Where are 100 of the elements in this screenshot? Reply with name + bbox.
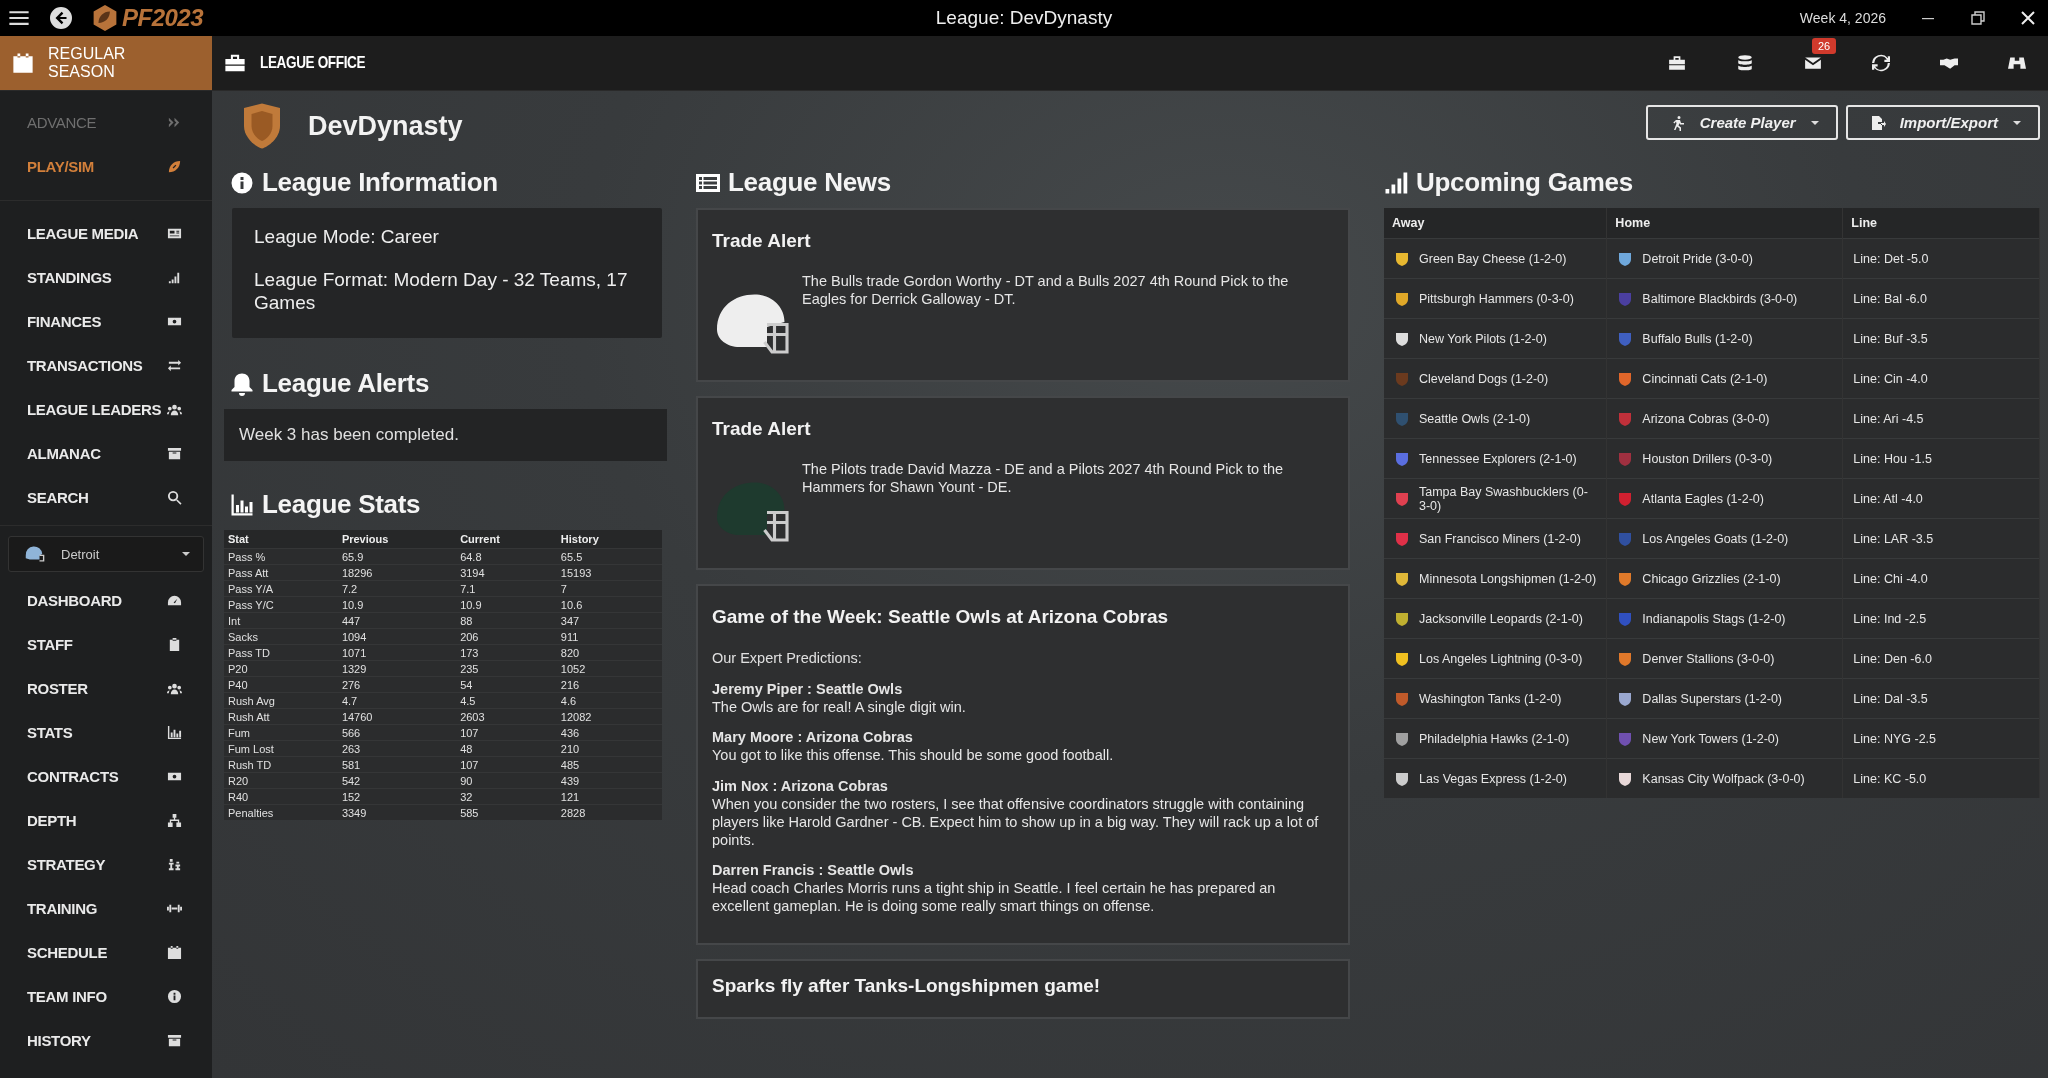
app-logo: PF2023 bbox=[122, 4, 204, 32]
betting-line: Line: NYG -2.5 bbox=[1853, 731, 1936, 746]
table-cell: 88 bbox=[456, 612, 557, 629]
sidebar-item[interactable]: ALMANAC bbox=[0, 431, 212, 475]
refresh-icon[interactable] bbox=[1872, 54, 1890, 72]
away-team: Tennessee Explorers (2-1-0) bbox=[1419, 451, 1577, 466]
betting-line: Line: Ind -2.5 bbox=[1853, 611, 1927, 626]
search-icon bbox=[167, 489, 182, 505]
away-team: Jacksonville Leopards (2-1-0) bbox=[1419, 611, 1583, 626]
close-icon[interactable] bbox=[2020, 10, 2036, 26]
table-cell: 12082 bbox=[556, 708, 662, 725]
dropdown-button[interactable]: Create Player bbox=[1645, 105, 1838, 140]
football-logo-icon bbox=[92, 5, 118, 31]
sidebar-item[interactable]: DASHBOARD bbox=[0, 578, 212, 622]
table-cell: P40 bbox=[224, 676, 338, 693]
binoculars-icon[interactable] bbox=[2008, 54, 2026, 72]
column-header: Stat bbox=[224, 530, 338, 549]
column-header: History bbox=[556, 530, 662, 549]
back-icon[interactable] bbox=[50, 7, 72, 29]
away-team: Washington Tanks (1-2-0) bbox=[1419, 691, 1562, 706]
sidebar-item[interactable]: SCHEDULE bbox=[0, 930, 212, 974]
database-icon[interactable] bbox=[1736, 54, 1754, 72]
team-logo-icon bbox=[1617, 330, 1634, 347]
table-cell: 235 bbox=[456, 660, 557, 677]
bar-chart-icon bbox=[230, 492, 254, 517]
column-header: Current bbox=[456, 530, 557, 549]
restore-icon[interactable] bbox=[1970, 10, 1986, 26]
nav-tab[interactable]: LEAGUE OFFICE bbox=[212, 36, 408, 90]
caret-icon bbox=[181, 549, 191, 559]
home-team: Baltimore Blackbirds (3-0-0) bbox=[1642, 291, 1798, 306]
mail-icon[interactable] bbox=[1804, 54, 1822, 72]
table-cell: 276 bbox=[337, 676, 457, 693]
sidebar-item[interactable]: STRATEGY bbox=[0, 842, 212, 886]
sidebar-item[interactable]: FINANCES bbox=[0, 299, 212, 343]
home-team: New York Towers (1-2-0) bbox=[1642, 731, 1779, 746]
news-text: The Bulls trade Gordon Worthy - DT and a Bulls 2027 4th Round Pick to the Eagles for Derrick Galloway - DT. bbox=[802, 272, 1290, 310]
sidebar-item[interactable]: HISTORY bbox=[0, 1018, 212, 1062]
team-logo-icon bbox=[1394, 730, 1410, 747]
signal-bars-icon bbox=[1384, 170, 1408, 195]
sidebar-item[interactable]: DEPTH bbox=[0, 798, 212, 842]
betting-line: Line: Hou -1.5 bbox=[1853, 451, 1932, 466]
football-icon bbox=[167, 158, 182, 174]
table-cell: 107 bbox=[456, 724, 557, 741]
team-logo-icon bbox=[1394, 530, 1410, 547]
away-team: New York Pilots (1-2-0) bbox=[1419, 331, 1547, 346]
current-week: Week 4, 2026 bbox=[1799, 10, 1886, 26]
sidebar-item[interactable]: TRAINING bbox=[0, 886, 212, 930]
section-title: Upcoming Games bbox=[1416, 167, 1633, 198]
team-logo-icon bbox=[1394, 770, 1410, 787]
sidebar-item[interactable]: LEAGUE MEDIA bbox=[0, 211, 212, 255]
nav-tab[interactable]: REGULAR SEASON bbox=[0, 36, 212, 90]
table-cell: 4.5 bbox=[456, 692, 557, 709]
table-cell: Pass % bbox=[224, 548, 338, 565]
table-cell: 107 bbox=[456, 756, 557, 773]
sidebar-item[interactable]: PLAY/SIM bbox=[0, 144, 212, 188]
betting-line: Line: Atl -4.0 bbox=[1853, 491, 1923, 506]
sidebar-item[interactable]: STATS bbox=[0, 710, 212, 754]
team-logo-icon bbox=[1394, 250, 1410, 267]
home-team: Buffalo Bulls (1-2-0) bbox=[1642, 331, 1753, 346]
prediction-text: When you consider the two rosters, I see that offensive coordinators struggle with containing players like Harold Gardner - CB. Expect him to show up in a big way. They will rack up a lot of points. bbox=[712, 794, 1320, 849]
sidebar-item[interactable]: STAFF bbox=[0, 622, 212, 666]
away-team: Pittsburgh Hammers (0-3-0) bbox=[1419, 291, 1574, 306]
table-cell: R20 bbox=[224, 772, 338, 789]
archive-box-icon bbox=[167, 445, 182, 461]
table-cell: 4.6 bbox=[556, 692, 662, 709]
table-cell: 566 bbox=[337, 724, 457, 741]
briefcase-icon[interactable] bbox=[1668, 54, 1686, 72]
calendar-icon bbox=[167, 944, 182, 960]
sidebar-item[interactable]: SEARCH bbox=[0, 475, 212, 519]
sidebar-item[interactable]: STANDINGS bbox=[0, 255, 212, 299]
table-cell: 585 bbox=[456, 804, 557, 821]
sidebar-item[interactable]: LEAGUE LEADERS bbox=[0, 387, 212, 431]
sidebar-item[interactable]: ROSTER bbox=[0, 666, 212, 710]
prediction-text: Head coach Charles Morris runs a tight ship in Seattle. I feel certain he has prepared an excellent gameplan. He is doing some really smart things on offense. bbox=[712, 879, 1277, 916]
table-cell: Pass Att bbox=[224, 564, 338, 581]
sidebar-item[interactable]: TRANSACTIONS bbox=[0, 343, 212, 387]
table-cell: 1052 bbox=[556, 660, 662, 677]
table-cell: 10.9 bbox=[337, 596, 457, 613]
table-cell: 3194 bbox=[456, 564, 557, 581]
table-cell: 7.1 bbox=[456, 580, 557, 597]
league-name: DevDynasty bbox=[308, 110, 463, 142]
table-cell: Rush Avg bbox=[224, 692, 338, 709]
briefcase-icon bbox=[224, 52, 246, 74]
home-team: Arizona Cobras (3-0-0) bbox=[1642, 411, 1770, 426]
news-title: Trade Alert bbox=[712, 418, 812, 440]
dropdown-button[interactable]: Import/Export bbox=[1845, 105, 2040, 140]
table-cell: 32 bbox=[456, 788, 557, 805]
bar-chart-icon bbox=[167, 724, 182, 740]
away-team: San Francisco Miners (1-2-0) bbox=[1419, 531, 1581, 546]
home-team: Houston Drillers (0-3-0) bbox=[1642, 451, 1773, 466]
team-dropdown[interactable]: Detroit bbox=[8, 536, 204, 572]
sidebar-item[interactable]: CONTRACTS bbox=[0, 754, 212, 798]
prediction-pick: Mary Moore : Arizona Cobras bbox=[712, 728, 914, 747]
home-team: Dallas Superstars (1-2-0) bbox=[1642, 691, 1782, 706]
table-cell: 90 bbox=[456, 772, 557, 789]
betting-line: Line: Chi -4.0 bbox=[1853, 571, 1928, 586]
home-team: Denver Stallions (3-0-0) bbox=[1642, 651, 1775, 666]
sidebar-item[interactable]: TEAM INFO bbox=[0, 974, 212, 1018]
table-cell: 48 bbox=[456, 740, 557, 757]
helmet-icon bbox=[23, 543, 45, 565]
